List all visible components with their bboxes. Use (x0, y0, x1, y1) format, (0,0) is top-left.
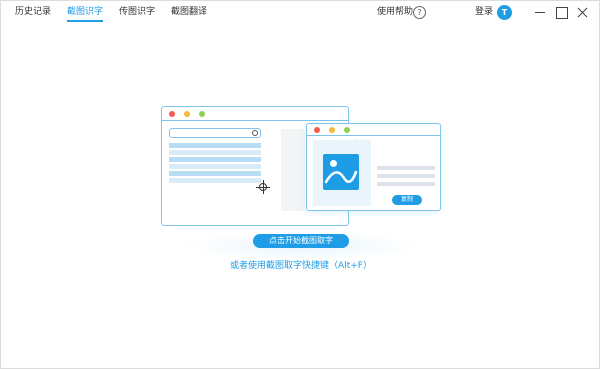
text-line (169, 164, 261, 169)
illustration-window-bar (162, 107, 348, 121)
illustration-shadow-panel (281, 129, 305, 211)
search-icon (252, 130, 258, 136)
text-line (169, 150, 261, 155)
text-line (169, 171, 261, 176)
active-tab-underline (67, 20, 104, 22)
app-window: 历史记录 截图识字 传图识字 截图翻译 使用帮助 ? 登录 T OCR 复制 点… (0, 0, 600, 369)
help-link[interactable]: 使用帮助 (377, 6, 413, 18)
illustration-result-window: OCR 复制 (306, 123, 441, 211)
tab-screenshot-ocr[interactable]: 截图识字 (67, 6, 104, 22)
yellow-dot-icon (184, 111, 190, 117)
illustration-image-panel (313, 140, 371, 206)
title-bar: 历史记录 截图识字 传图识字 截图翻译 使用帮助 ? 登录 T (1, 1, 599, 25)
illustration-copy-button: 复制 (392, 195, 422, 205)
ocr-illustration: OCR 复制 (1, 1, 600, 369)
illustration-text-lines (169, 143, 261, 187)
tab-screenshot-translate[interactable]: 截图翻译 (171, 6, 207, 18)
tab-screenshot-ocr-label: 截图识字 (67, 7, 104, 17)
green-dot-icon (199, 111, 205, 117)
text-line (169, 178, 261, 183)
image-icon (323, 154, 359, 190)
shortcut-hint[interactable]: 或者使用截图取字快捷键（Alt+F） (1, 260, 600, 272)
tab-upload-ocr[interactable]: 传图识字 (119, 6, 155, 18)
illustration-window-bar (307, 124, 440, 136)
text-line (169, 143, 261, 148)
login-link[interactable]: 登录 (475, 6, 493, 18)
text-line (377, 166, 435, 170)
red-dot-icon (169, 111, 175, 117)
maximize-icon[interactable] (554, 5, 568, 19)
red-dot-icon (314, 127, 320, 133)
ocr-watermark: OCR (337, 138, 373, 154)
crosshair-icon (256, 180, 270, 194)
avatar[interactable]: T (497, 5, 512, 20)
question-circle-icon[interactable]: ? (413, 6, 426, 19)
yellow-dot-icon (329, 127, 335, 133)
text-line (377, 174, 435, 178)
close-icon[interactable] (575, 5, 589, 19)
illustration-search-box (169, 128, 261, 138)
tab-history[interactable]: 历史记录 (15, 6, 51, 18)
text-line (377, 182, 435, 186)
start-screenshot-button[interactable]: 点击开始截图取字 (253, 234, 349, 248)
green-dot-icon (344, 127, 350, 133)
text-line (169, 157, 261, 162)
minimize-icon[interactable] (533, 5, 547, 19)
illustration-text-panel: 复制 (377, 140, 435, 206)
illustration-browser-window (161, 106, 349, 226)
